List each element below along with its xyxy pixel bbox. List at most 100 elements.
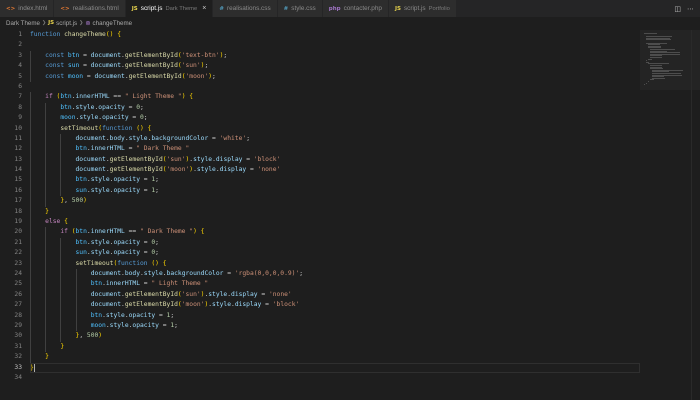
close-tab-icon[interactable]: × (202, 5, 206, 12)
code-line[interactable]: btn.innerHTML = " Dark Theme " (30, 144, 640, 155)
code-token: moon (90, 321, 106, 329)
tab-realisations-html[interactable]: <> realisations.html (54, 0, 126, 17)
code-line[interactable]: } (30, 352, 640, 363)
code-line[interactable]: btn.style.opacity = 1; (30, 310, 640, 321)
code-line[interactable]: document.body.style.backgroundColor = 'w… (30, 133, 640, 145)
line-number: 17 (14, 197, 22, 205)
indent-guide (60, 331, 62, 342)
code-token: " Dark Theme " (139, 228, 194, 236)
code-editor[interactable]: 1 2 3 4 5 6 7 8 9 10 11 12 13 14 15 16 17 18 19 20 21 22 23 24 2… (0, 30, 700, 400)
indent-guide (45, 237, 47, 249)
line-number: 22 (14, 249, 22, 257)
line-number: 15 (14, 176, 22, 184)
line-number: 14 (14, 166, 22, 174)
code-area[interactable]: function changeTheme() { const btn = doc… (30, 30, 640, 383)
line-number: 9 (18, 114, 22, 122)
code-token: opacity (113, 249, 140, 257)
tab-style-css[interactable]: # style.css (277, 0, 323, 17)
code-token: = (140, 238, 152, 246)
code-line[interactable]: document.getElementById('moon').style.di… (30, 165, 640, 176)
code-line[interactable]: btn.innerHTML = " Light Theme " (30, 279, 640, 290)
tab-index-html[interactable]: <> index.html (0, 0, 55, 17)
tab-script-js[interactable]: JS script.js Dark Theme × (125, 0, 214, 17)
tab-realisations-css[interactable]: # realisations.css (213, 0, 278, 17)
code-token: const (45, 62, 68, 70)
indent-guide (45, 185, 47, 197)
indent-guide (30, 300, 31, 311)
code-line[interactable]: document.getElementById('sun').style.dis… (30, 154, 640, 166)
code-line[interactable]: const sun = document.getElementById('sun… (30, 61, 640, 72)
code-token: ; (246, 134, 250, 142)
code-token: sun (67, 62, 80, 70)
code-line[interactable]: else { (30, 217, 640, 228)
minimap-line (646, 39, 671, 41)
code-token: style (196, 166, 216, 174)
code-line[interactable]: setTimeout(function () { (30, 258, 640, 269)
code-line[interactable]: if (btn.innerHTML == " Dark Theme ") { (30, 227, 640, 238)
line-number: 10 (14, 124, 22, 132)
tab-script-js[interactable]: JS script.js Portfolio (388, 0, 457, 17)
breadcrumb-symbol[interactable]: changeTheme (93, 20, 133, 27)
code-token: style (90, 238, 110, 246)
php-file-icon: php (328, 5, 341, 12)
code-line[interactable]: setTimeout(function () { (30, 123, 640, 134)
indent-guide (45, 248, 47, 259)
code-line[interactable]: } (30, 341, 640, 353)
tab-contacter-php[interactable]: php contacter.php (322, 0, 389, 17)
line-number: 3 (18, 51, 22, 59)
code-line[interactable]: sun.style.opacity = 0; (30, 248, 640, 259)
split-editor-icon[interactable]: ◫ (674, 5, 681, 13)
code-token: btn (75, 238, 87, 246)
code-line[interactable]: moon.style.opacity = 1; (30, 320, 640, 332)
code-token: , (64, 197, 72, 205)
code-line[interactable]: btn.style.opacity = 0; (30, 102, 640, 114)
more-actions-icon[interactable]: ⋯ (687, 5, 694, 13)
vertical-scrollbar[interactable] (691, 30, 700, 400)
minimap-line (652, 77, 665, 79)
code-line[interactable] (30, 82, 640, 92)
code-token: = (79, 51, 91, 59)
code-token: style (90, 249, 110, 257)
indent-guide (30, 258, 31, 269)
code-line[interactable] (30, 373, 640, 383)
breadcrumb-file[interactable]: script.js (56, 20, 77, 27)
js-file-icon: JS (48, 20, 55, 26)
indent-guide (45, 268, 47, 280)
code-line[interactable]: function changeTheme() { (30, 30, 640, 40)
code-line[interactable]: btn.style.opacity = 0; (30, 237, 640, 249)
code-line[interactable]: btn.style.opacity = 1; (30, 175, 640, 186)
code-token: display (234, 301, 262, 309)
indent-guide (60, 320, 62, 332)
code-line[interactable]: const btn = document.getElementById('tex… (30, 50, 640, 62)
code-line[interactable]: }, 500) (30, 196, 640, 207)
indent-guide (75, 279, 77, 290)
indent-guide (75, 289, 77, 301)
line-number: 34 (14, 373, 22, 381)
tab-folder-hint: Dark Theme (165, 5, 198, 12)
code-token: () { (105, 31, 121, 38)
code-token: 'none' (268, 290, 292, 298)
code-token: opacity (132, 321, 159, 329)
indent-guide (30, 310, 31, 321)
code-token: = (257, 290, 269, 298)
line-number: 4 (18, 62, 22, 70)
tab-label: realisations.html (72, 5, 119, 12)
code-line[interactable] (30, 40, 640, 50)
code-line[interactable]: } (30, 362, 640, 373)
code-line[interactable]: moon.style.opacity = 0; (30, 113, 640, 124)
indent-guide (30, 279, 31, 290)
code-token: ; (299, 269, 304, 277)
code-line[interactable]: if (btn.innerHTML == " Light Theme ") { (30, 92, 640, 103)
code-line[interactable]: sun.style.opacity = 1; (30, 185, 640, 197)
code-line[interactable]: }, 500) (30, 331, 640, 342)
code-token: = (128, 114, 140, 122)
code-line[interactable]: document.body.style.backgroundColor = 'r… (30, 268, 640, 280)
code-token: innerHTML (105, 280, 140, 288)
code-line[interactable]: document.getElementById('sun').style.dis… (30, 289, 640, 301)
indent-guide (30, 217, 31, 228)
code-line[interactable]: const moon = document.getElementById('mo… (30, 71, 640, 82)
breadcrumb-folder[interactable]: Dark Theme (6, 20, 40, 27)
code-line[interactable]: document.getElementById('moon').style.di… (30, 300, 640, 311)
indent-guide (30, 237, 31, 249)
code-line[interactable]: } (30, 206, 640, 218)
